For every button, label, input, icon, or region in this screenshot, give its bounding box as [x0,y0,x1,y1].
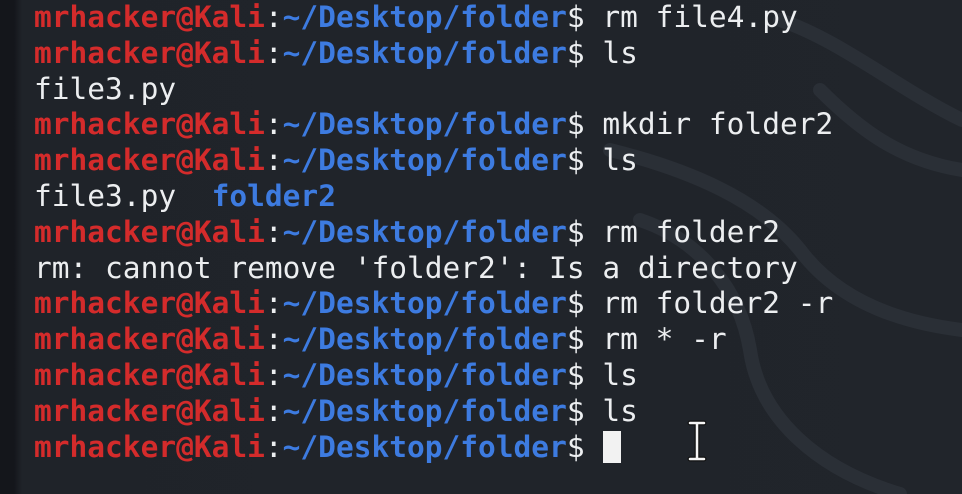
directory-entry: folder2 [211,178,336,213]
prompt-colon: : [264,322,283,357]
prompt-path: ~/Desktop/folder [282,214,567,249]
prompt-dollar: $ [566,322,585,357]
prompt-dollar: $ [566,393,585,428]
prompt-path: ~/Desktop/folder [282,143,567,178]
command-text: ls [602,35,638,70]
prompt-colon: : [264,143,283,178]
prompt-user-host: mrhacker@Kali [34,286,265,321]
prompt-colon: : [264,214,283,249]
prompt-colon: : [264,35,283,70]
prompt-line: mrhacker@Kali:~/Desktop/folder$ ls [34,358,833,394]
terminal-window[interactable]: mrhacker@Kali:~/Desktop/folder$ rm file4… [0,0,962,494]
command-text: mkdir folder2 [602,107,834,142]
prompt-path: ~/Desktop/folder [282,322,567,357]
prompt-colon: : [264,286,283,321]
output-text: file3.py [34,71,177,106]
prompt-path: ~/Desktop/folder [282,429,567,464]
text-cursor[interactable] [602,430,621,463]
prompt-colon: : [264,393,283,428]
command-text: rm folder2 -r [602,286,834,321]
prompt-dollar: $ [566,143,585,178]
command-text: rm file4.py [602,0,798,34]
prompt-user-host: mrhacker@Kali [34,357,265,392]
prompt-path: ~/Desktop/folder [282,393,567,428]
prompt-dollar: $ [566,286,585,321]
prompt-path: ~/Desktop/folder [282,357,567,392]
prompt-colon: : [264,357,283,392]
file-entry: file3.py [34,178,177,213]
command-text: ls [602,357,638,392]
prompt-line: mrhacker@Kali:~/Desktop/folder$ rm file4… [34,0,833,36]
output-text: rm: cannot remove 'folder2': Is a direct… [34,250,798,285]
prompt-dollar: $ [566,0,585,34]
prompt-dollar: $ [566,35,585,70]
prompt-colon: : [264,429,283,464]
prompt-dollar: $ [566,107,585,142]
prompt-line: mrhacker@Kali:~/Desktop/folder$ rm * -r [34,322,833,358]
prompt-colon: : [264,0,283,34]
prompt-line: mrhacker@Kali:~/Desktop/folder$ rm folde… [34,286,833,322]
command-text: ls [602,393,638,428]
prompt-dollar: $ [566,214,585,249]
prompt-line: mrhacker@Kali:~/Desktop/folder$ ls [34,36,833,72]
command-text: ls [602,143,638,178]
prompt-path: ~/Desktop/folder [282,107,567,142]
prompt-path: ~/Desktop/folder [282,286,567,321]
prompt-dollar: $ [566,429,585,464]
prompt-user-host: mrhacker@Kali [34,322,265,357]
prompt-line: mrhacker@Kali:~/Desktop/folder$ ls [34,394,833,430]
prompt-path: ~/Desktop/folder [282,35,567,70]
output-line: file3.py [34,72,833,108]
prompt-line: mrhacker@Kali:~/Desktop/folder$ rm folde… [34,215,833,251]
command-text: rm * -r [602,322,727,357]
prompt-user-host: mrhacker@Kali [34,214,265,249]
prompt-line: mrhacker@Kali:~/Desktop/folder$ [34,430,833,466]
prompt-colon: : [264,107,283,142]
prompt-user-host: mrhacker@Kali [34,393,265,428]
prompt-path: ~/Desktop/folder [282,0,567,34]
prompt-user-host: mrhacker@Kali [34,0,265,34]
prompt-user-host: mrhacker@Kali [34,429,265,464]
prompt-user-host: mrhacker@Kali [34,35,265,70]
ibeam-cursor-icon [687,420,707,462]
prompt-line: mrhacker@Kali:~/Desktop/folder$ ls [34,143,833,179]
prompt-user-host: mrhacker@Kali [34,107,265,142]
listing-line: file3.py folder2 [34,179,833,215]
command-text: rm folder2 [602,214,780,249]
prompt-user-host: mrhacker@Kali [34,143,265,178]
prompt-line: mrhacker@Kali:~/Desktop/folder$ mkdir fo… [34,107,833,143]
output-line: rm: cannot remove 'folder2': Is a direct… [34,251,833,287]
terminal-output: mrhacker@Kali:~/Desktop/folder$ rm file4… [34,0,833,465]
prompt-dollar: $ [566,357,585,392]
